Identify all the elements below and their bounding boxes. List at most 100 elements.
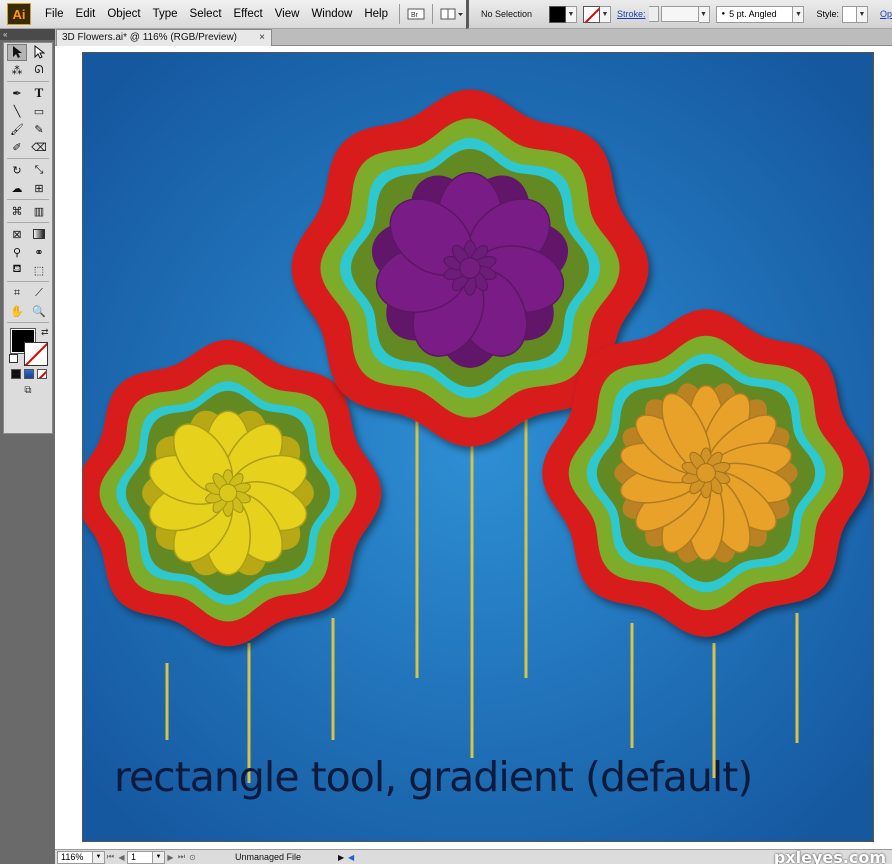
zoom-tool-icon[interactable]: 🔍: [29, 303, 49, 320]
rectangle-tool-icon[interactable]: ▭: [29, 103, 49, 120]
style-dropdown-arrow[interactable]: ▼: [857, 5, 868, 23]
artboard-number-field[interactable]: 1: [127, 850, 153, 864]
fill-swatch[interactable]: [548, 5, 566, 23]
opacity-panel-link[interactable]: Op: [880, 9, 892, 19]
artboard[interactable]: rectangle tool, gradient (default): [82, 52, 874, 842]
watermark: pxleyes.com: [773, 847, 886, 864]
tools-panel: « ⁂ ᘏ ✒ T ╲ ▭ 🖌 ✎ ✐ ⌫ ↻ ⤡ ☁ ⊞ ⌘ ▥ ⊠ ⚲ ⚭ …: [0, 29, 55, 864]
graphic-style-swatch[interactable]: [842, 5, 857, 23]
blend-tool-icon[interactable]: ⚭: [29, 244, 49, 261]
menu-window[interactable]: Window: [305, 0, 358, 29]
live-paint-bucket-tool-icon[interactable]: ⛾: [7, 262, 27, 279]
bridge-icon[interactable]: Br: [405, 5, 427, 23]
control-panel: No Selection ▼ ▼ Stroke: ▼ ● 5 pt. Angle…: [466, 0, 892, 29]
document-tab-strip: 3D Flowers.ai* @ 116% (RGB/Preview) ×: [55, 29, 892, 46]
stroke-panel-link[interactable]: Stroke:: [617, 9, 646, 19]
menu-object[interactable]: Object: [101, 0, 146, 29]
column-graph-tool-icon[interactable]: ▥: [29, 203, 49, 220]
direct-selection-tool-icon[interactable]: [29, 44, 49, 61]
tools-panel-grip[interactable]: «: [0, 29, 55, 40]
next-artboard-icon[interactable]: ▶: [165, 853, 176, 862]
default-fill-stroke-icon[interactable]: [9, 354, 18, 363]
last-artboard-icon[interactable]: ⏭: [176, 852, 187, 862]
menu-bar: Ai File Edit Object Type Select Effect V…: [0, 0, 466, 29]
selection-tool-icon[interactable]: [7, 43, 27, 61]
stroke-dropdown-arrow[interactable]: ▼: [599, 5, 611, 23]
mesh-tool-icon[interactable]: ⊠: [7, 226, 27, 243]
menu-effect[interactable]: Effect: [228, 0, 269, 29]
menu-separator: [432, 4, 433, 24]
tool-separator: [7, 158, 49, 159]
style-label: Style:: [816, 9, 839, 19]
swap-fill-stroke-icon[interactable]: ⇄: [41, 327, 49, 338]
flower-orange: [542, 309, 870, 637]
document-area: 3D Flowers.ai* @ 116% (RGB/Preview) × re…: [55, 29, 892, 864]
tools-panel-body: ⁂ ᘏ ✒ T ╲ ▭ 🖌 ✎ ✐ ⌫ ↻ ⤡ ☁ ⊞ ⌘ ▥ ⊠ ⚲ ⚭ ⛾ …: [3, 42, 53, 434]
paintbrush-tool-icon[interactable]: 🖌: [7, 121, 27, 138]
menu-view[interactable]: View: [269, 0, 306, 29]
pencil-tool-icon[interactable]: ✎: [29, 121, 49, 138]
menu-separator: [399, 4, 400, 24]
zoom-level-field[interactable]: 116%: [57, 850, 93, 864]
artwork: [83, 53, 873, 841]
first-artboard-icon[interactable]: ⏮: [105, 852, 116, 862]
previous-artboard-icon[interactable]: ◀: [116, 853, 127, 862]
artboard-dropdown-arrow[interactable]: ▼: [153, 850, 165, 864]
status-file-state: Unmanaged File: [234, 852, 302, 862]
selection-status: No Selection: [481, 9, 533, 19]
warp-tool-icon[interactable]: ☁: [7, 180, 27, 197]
gradient-mode-icon[interactable]: [24, 369, 34, 379]
svg-text:Br: Br: [411, 12, 419, 19]
menu-select[interactable]: Select: [184, 0, 228, 29]
hand-tool-icon[interactable]: ✋: [7, 303, 27, 320]
document-tab[interactable]: 3D Flowers.ai* @ 116% (RGB/Preview) ×: [56, 29, 272, 46]
stroke-weight-input[interactable]: [660, 6, 699, 22]
menu-help[interactable]: Help: [358, 0, 394, 29]
brush-dot-icon: ●: [721, 11, 726, 17]
stroke-color-box[interactable]: [24, 342, 48, 366]
symbol-sprayer-tool-icon[interactable]: ⌘: [7, 203, 27, 220]
stroke-weight-dropdown[interactable]: ▼: [698, 5, 710, 23]
center-disc: [696, 463, 716, 483]
artwork-caption: rectangle tool, gradient (default): [114, 753, 753, 801]
color-mode-icon[interactable]: [11, 369, 21, 379]
status-menu-icon[interactable]: ⊙: [187, 853, 198, 862]
status-bar: 116% ▼ ⏮ ◀ 1 ▼ ▶ ⏭ ⊙ Unmanaged File ▶ ◀ …: [55, 847, 892, 864]
live-paint-selection-tool-icon[interactable]: ⬚: [29, 262, 49, 279]
gradient-tool-icon[interactable]: [29, 226, 49, 243]
zoom-dropdown-arrow[interactable]: ▼: [93, 850, 105, 864]
menu-type[interactable]: Type: [147, 0, 184, 29]
slice-tool-icon[interactable]: ⟋: [29, 285, 49, 302]
brush-dropdown-arrow[interactable]: ▼: [793, 5, 805, 23]
pen-tool-icon[interactable]: ✒: [7, 85, 27, 102]
screen-mode-icon[interactable]: ⧉: [4, 381, 52, 399]
magic-wand-tool-icon[interactable]: ⁂: [7, 62, 27, 79]
eraser-tool-icon[interactable]: ⌫: [29, 139, 49, 156]
close-icon[interactable]: ×: [259, 30, 265, 46]
document-tab-title: 3D Flowers.ai* @ 116% (RGB/Preview): [62, 32, 238, 43]
arrange-documents-icon[interactable]: [438, 5, 466, 23]
type-tool-icon[interactable]: T: [29, 85, 49, 102]
blob-brush-tool-icon[interactable]: ✐: [7, 139, 27, 156]
eyedropper-tool-icon[interactable]: ⚲: [7, 244, 27, 261]
scroll-left-icon[interactable]: ◀: [348, 853, 358, 862]
rotate-tool-icon[interactable]: ↻: [7, 162, 27, 179]
tool-separator: [7, 199, 49, 200]
tool-separator: [7, 281, 49, 282]
fill-dropdown-arrow[interactable]: ▼: [565, 5, 577, 23]
fill-stroke-widget: ⇄: [4, 325, 52, 367]
lasso-tool-icon[interactable]: ᘏ: [29, 62, 49, 79]
menu-edit[interactable]: Edit: [70, 0, 102, 29]
stroke-swatch[interactable]: [582, 5, 600, 23]
tool-separator: [7, 222, 49, 223]
status-arrow-icon[interactable]: ▶: [338, 853, 348, 862]
free-transform-tool-icon[interactable]: ⊞: [29, 180, 49, 197]
menu-file[interactable]: File: [39, 0, 70, 29]
center-disc: [218, 483, 238, 503]
line-segment-tool-icon[interactable]: ╲: [7, 103, 27, 120]
none-mode-icon[interactable]: [37, 369, 47, 379]
stroke-weight-stepper[interactable]: [648, 6, 659, 22]
scale-tool-icon[interactable]: ⤡: [29, 162, 49, 179]
brush-definition-dropdown[interactable]: ● 5 pt. Angled: [715, 5, 794, 23]
artboard-tool-icon[interactable]: ⌗: [7, 285, 27, 302]
